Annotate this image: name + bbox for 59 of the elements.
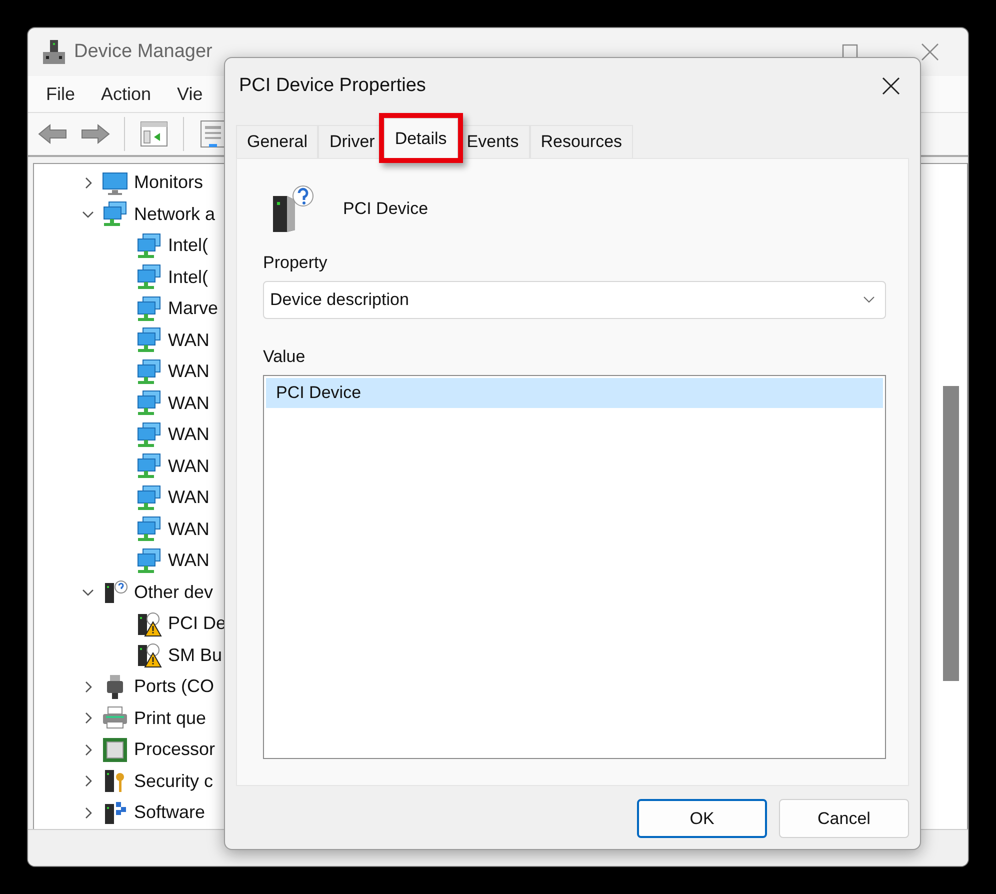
device-manager-icon — [42, 39, 66, 66]
monitor-icon — [102, 170, 128, 196]
network-icon — [136, 390, 162, 416]
network-icon — [136, 264, 162, 290]
tree-item[interactable]: Processor — [134, 739, 216, 760]
printer-icon — [102, 705, 128, 732]
menu-item[interactable]: Action — [91, 80, 162, 109]
network-icon — [136, 516, 162, 542]
tree-item[interactable]: Network a — [134, 204, 216, 225]
tree-item[interactable]: Other dev — [134, 582, 214, 603]
device-name: PCI Device — [343, 199, 428, 219]
tree-item[interactable]: Security c — [134, 770, 214, 792]
tree-item[interactable]: Print que — [134, 708, 206, 729]
processor-icon — [102, 736, 128, 763]
value-item[interactable]: PCI Device — [266, 378, 883, 408]
menu-item[interactable]: Vie — [167, 80, 213, 109]
network-icon — [102, 201, 128, 228]
dialog-button[interactable]: OK — [637, 799, 767, 838]
tree-item[interactable]: WAN — [168, 330, 210, 351]
tree-item[interactable]: WAN — [168, 456, 210, 477]
close-icon[interactable] — [920, 42, 940, 62]
dialog-button[interactable]: Cancel — [779, 799, 909, 838]
tree-item[interactable]: WAN — [168, 424, 210, 446]
dialog-title: PCI Device Properties — [239, 75, 426, 97]
tree-item[interactable]: Intel( — [168, 235, 208, 256]
tree-item[interactable]: WAN — [168, 550, 210, 572]
tree-item[interactable]: SM Bu — [168, 644, 222, 666]
close-icon — [882, 77, 900, 95]
tree-item[interactable]: WAN — [168, 361, 210, 382]
software-device-icon — [102, 800, 128, 826]
tree-item[interactable]: WAN — [168, 392, 210, 414]
menu-item[interactable]: File — [36, 80, 86, 109]
scrollbar-thumb[interactable] — [943, 386, 959, 682]
tab[interactable]: Resources — [530, 125, 634, 158]
tree-item[interactable]: Monitors — [134, 172, 204, 194]
network-icon — [136, 327, 162, 354]
warning-device-icon — [136, 642, 162, 668]
caret-icon — [863, 296, 875, 304]
tree-item[interactable]: Intel( — [168, 266, 208, 288]
property-dropdown[interactable]: Device description — [263, 281, 886, 319]
tree-item[interactable]: Software — [134, 802, 206, 824]
network-icon — [136, 422, 162, 448]
network-icon — [136, 358, 162, 385]
tree-item[interactable]: PCI De — [168, 613, 226, 634]
network-icon — [136, 232, 162, 259]
tree-item[interactable]: Ports (CO — [134, 676, 214, 698]
unknown-device-icon — [102, 579, 128, 606]
value-label: Value — [263, 347, 306, 367]
tree-item[interactable]: WAN — [168, 487, 210, 508]
network-icon — [136, 453, 162, 480]
tab[interactable]: General — [236, 125, 318, 158]
network-icon — [136, 296, 162, 322]
network-icon — [136, 548, 162, 574]
network-icon — [136, 484, 162, 511]
window-title: Device Manager — [74, 41, 212, 64]
tree-item[interactable]: Marve — [168, 298, 218, 320]
property-label: Property — [263, 253, 328, 273]
warning-device-icon — [136, 610, 162, 637]
tree-item[interactable]: WAN — [168, 518, 210, 540]
